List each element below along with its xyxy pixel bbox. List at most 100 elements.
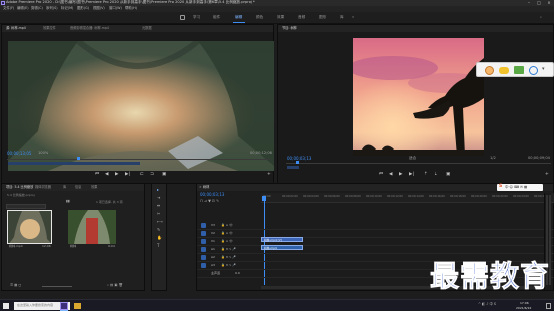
add-button-icon[interactable]: +	[267, 172, 271, 178]
source-page-select[interactable]: 1/2	[213, 151, 219, 156]
tab-metadata[interactable]: 元数据	[142, 26, 152, 30]
source-fit-select[interactable]: 100%	[38, 151, 48, 156]
program-zoom-bar[interactable]	[287, 166, 299, 169]
prog-camera-icon[interactable]: ▣	[446, 172, 450, 178]
search-icon[interactable]: ⌕	[540, 15, 542, 20]
type-tool-icon[interactable]: T	[157, 244, 159, 248]
track-lock-icon[interactable]: 🔒 ⊡ 👁	[221, 224, 233, 227]
program-video-frame[interactable]	[353, 38, 484, 156]
workspace-more-icon[interactable]: »	[352, 15, 354, 20]
source-zoom-bar[interactable]	[8, 162, 140, 165]
tab-source[interactable]: 源: 树林.mp4	[6, 26, 26, 30]
track-mute-icon[interactable]: 🔒 M S 🎤	[221, 248, 236, 251]
tab-info[interactable]: 信息	[75, 185, 81, 189]
program-page-select[interactable]: 1/2	[490, 156, 496, 161]
project-tools-icon[interactable]: ⌕ ▤ ▣ 🗑	[107, 283, 123, 287]
menu-view[interactable]: 视图(V)	[93, 6, 105, 10]
camera-icon[interactable]: ▣	[162, 172, 166, 178]
prog-play-icon[interactable]: ▶	[399, 172, 402, 178]
prog-step-back-icon[interactable]: ⏮	[379, 172, 383, 178]
notification-icon[interactable]	[546, 303, 551, 309]
workspace-libraries[interactable]: 库	[340, 15, 344, 20]
menu-window[interactable]: 窗口(W)	[109, 6, 122, 10]
taskbar-date[interactable]: 2021/6/22	[516, 307, 531, 310]
workspace-graphics[interactable]: 图形	[319, 15, 326, 20]
premiere-taskbar-icon[interactable]	[60, 302, 68, 310]
home-icon[interactable]	[180, 15, 185, 20]
tab-media-browser[interactable]: 媒体浏览器	[35, 185, 51, 189]
hand-tool-icon[interactable]: ✋	[157, 236, 162, 240]
step-back-icon[interactable]: ⏮	[95, 172, 99, 178]
program-fit-select[interactable]: 适合	[409, 156, 416, 161]
track-target-icon[interactable]	[201, 223, 206, 228]
menu-graphics[interactable]: 图形(G)	[77, 6, 89, 10]
source-timecode[interactable]: 00;00;13;05	[7, 152, 31, 156]
menu-sequence[interactable]: 序列(S)	[46, 6, 58, 10]
ripple-edit-tool-icon[interactable]: ⇹	[157, 204, 160, 208]
play-icon[interactable]: ▶	[115, 172, 118, 178]
program-scrub-bar[interactable]	[286, 163, 551, 164]
bin-icon[interactable]: ▮▮	[66, 199, 70, 203]
workspace-assembly[interactable]: 组件	[213, 15, 220, 20]
track-target-icon[interactable]	[201, 255, 206, 260]
slip-tool-icon[interactable]: ⟷	[157, 220, 163, 224]
close-sequence-icon[interactable]: ×	[199, 185, 202, 189]
workspace-editing[interactable]: 编辑	[235, 15, 242, 20]
forward-icon[interactable]: ▶|	[125, 172, 130, 178]
rewind-icon[interactable]: ◀	[105, 172, 108, 178]
windows-start-icon[interactable]	[3, 303, 9, 309]
tab-audio-clip-mixer[interactable]: 音频剪辑混合器: 树林.mp4	[70, 26, 109, 30]
tab-effects[interactable]: 效果	[91, 185, 97, 189]
overwrite-icon[interactable]: ⊐	[150, 172, 154, 178]
selection-tool-icon[interactable]: ▸	[157, 188, 159, 192]
menu-edit[interactable]: 编辑(E)	[17, 6, 29, 10]
tab-effect-controls[interactable]: 效果控件	[43, 26, 56, 30]
timeline-timecode[interactable]: 00;00;03;13	[200, 193, 224, 197]
file-explorer-icon[interactable]	[74, 303, 81, 309]
workspace-learn[interactable]: 学习	[193, 15, 200, 20]
thumbnail-sequence[interactable]	[68, 210, 116, 244]
program-playhead[interactable]	[296, 161, 299, 164]
menu-help[interactable]: 帮助(H)	[125, 6, 137, 10]
insert-icon[interactable]: ⊏	[140, 172, 144, 178]
comment-icon[interactable]	[499, 67, 509, 74]
menu-file[interactable]: 文件(F)	[3, 6, 14, 10]
track-mute-icon[interactable]: 🔒 M S 🎤	[221, 264, 236, 267]
tab-project[interactable]: 项目: 5.4 比例缩放	[6, 185, 33, 189]
ime-tools-icon[interactable]: 中·☺ ⌨ ✉ ▦	[505, 185, 527, 189]
timeline-ruler[interactable]: 00;00 00;00;02;00 00;00;04;00 00;00;06;0…	[261, 193, 554, 203]
timeline-tools-icon[interactable]: ⊓ ⊿ ▼ ⊡ ✎	[200, 199, 219, 204]
track-lock-icon[interactable]: 🔒 ⊡ 👁	[221, 240, 233, 243]
track-target-icon[interactable]	[201, 231, 206, 236]
source-playhead[interactable]	[77, 157, 80, 160]
track-target-icon[interactable]	[201, 263, 206, 268]
ime-logo-icon[interactable]: S	[499, 184, 502, 190]
track-select-tool-icon[interactable]: ⇥	[157, 196, 160, 200]
prog-rewind-icon[interactable]: ◀	[389, 172, 392, 178]
workspace-color[interactable]: 颜色	[256, 15, 263, 20]
workspace-audio[interactable]: 音频	[298, 15, 305, 20]
video-clip[interactable]: 树林.mp4 [V]	[261, 237, 303, 242]
track-lock-icon[interactable]: 🔒 ⊡ 👁	[221, 232, 233, 235]
toolbar-menu-icon[interactable]: ▾	[542, 67, 545, 72]
razor-tool-icon[interactable]: ✂	[157, 212, 160, 216]
source-scrub-bar[interactable]	[7, 159, 270, 160]
lift-icon[interactable]: ⇡	[424, 172, 428, 178]
project-search-input[interactable]	[6, 204, 46, 209]
workspace-effects[interactable]: 效果	[277, 15, 284, 20]
prog-forward-icon[interactable]: ▶|	[409, 172, 414, 178]
extract-icon[interactable]: ⇣	[434, 172, 438, 178]
thumbnail-size-slider[interactable]	[42, 286, 72, 287]
tray-icons[interactable]: ^ ◧ ♪ 中 S	[478, 302, 496, 306]
hand-icon[interactable]	[485, 66, 494, 75]
tab-program[interactable]: 节目: 树林	[282, 26, 297, 30]
menu-marker[interactable]: 标记(M)	[61, 6, 73, 10]
pen-tool-icon[interactable]: ✎	[157, 228, 160, 232]
menu-clip[interactable]: 剪辑(C)	[31, 6, 43, 10]
taskbar-time[interactable]: 17:06	[520, 302, 529, 305]
thumbnail-clip[interactable]	[7, 210, 52, 244]
program-timecode[interactable]: 00;00;03;13	[287, 157, 311, 161]
audio-clip[interactable]: 树林.mp4	[261, 245, 303, 250]
track-target-icon[interactable]	[201, 247, 206, 252]
tab-sequence[interactable]: 树林	[203, 185, 209, 189]
